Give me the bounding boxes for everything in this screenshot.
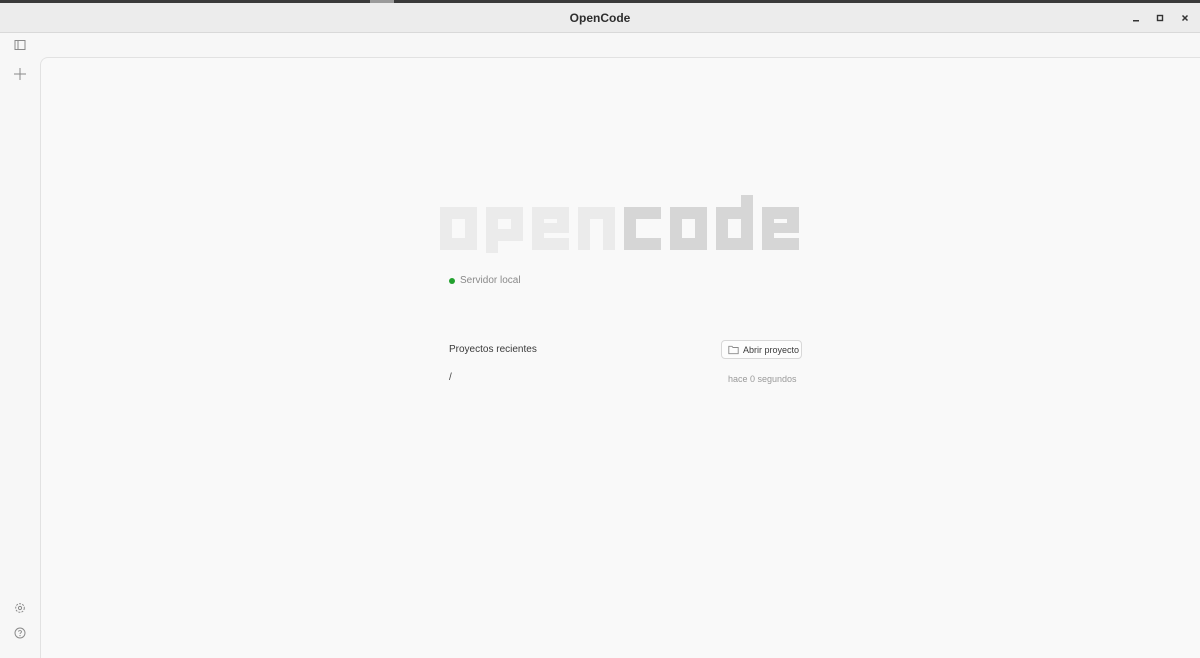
- plus-icon: [14, 68, 26, 80]
- help-button[interactable]: [11, 624, 29, 642]
- title-bar: OpenCode: [0, 3, 1200, 33]
- recent-project-path[interactable]: /: [449, 372, 452, 383]
- main-panel: Servidor local Proyectos recientes Abrir…: [40, 57, 1200, 658]
- maximize-button[interactable]: [1151, 9, 1169, 27]
- close-button[interactable]: [1176, 9, 1194, 27]
- new-session-button[interactable]: [11, 65, 29, 83]
- recent-project-time: hace 0 segundos: [728, 374, 797, 384]
- help-circle-icon: [14, 627, 26, 639]
- sidebar-panel-icon: [14, 40, 26, 50]
- toggle-sidebar-button[interactable]: [11, 36, 29, 54]
- opencode-logo-graphic: [440, 195, 799, 253]
- status-dot: [449, 277, 455, 284]
- open-project-button[interactable]: Abrir proyecto: [721, 340, 802, 359]
- minimize-icon: [1133, 20, 1139, 22]
- window-title: OpenCode: [569, 11, 631, 25]
- sidebar: [0, 34, 40, 658]
- settings-button[interactable]: [11, 599, 29, 617]
- folder-icon: [728, 345, 739, 354]
- opencode-logo: [440, 195, 802, 258]
- close-icon: [1181, 14, 1189, 22]
- server-label: Servidor local: [460, 275, 521, 286]
- maximize-icon: [1156, 14, 1164, 22]
- recent-projects-heading: Proyectos recientes: [449, 344, 537, 355]
- minimize-button[interactable]: [1127, 9, 1145, 27]
- server-status: Servidor local: [449, 275, 521, 286]
- open-project-label: Abrir proyecto: [743, 344, 800, 355]
- gear-icon: [15, 603, 25, 613]
